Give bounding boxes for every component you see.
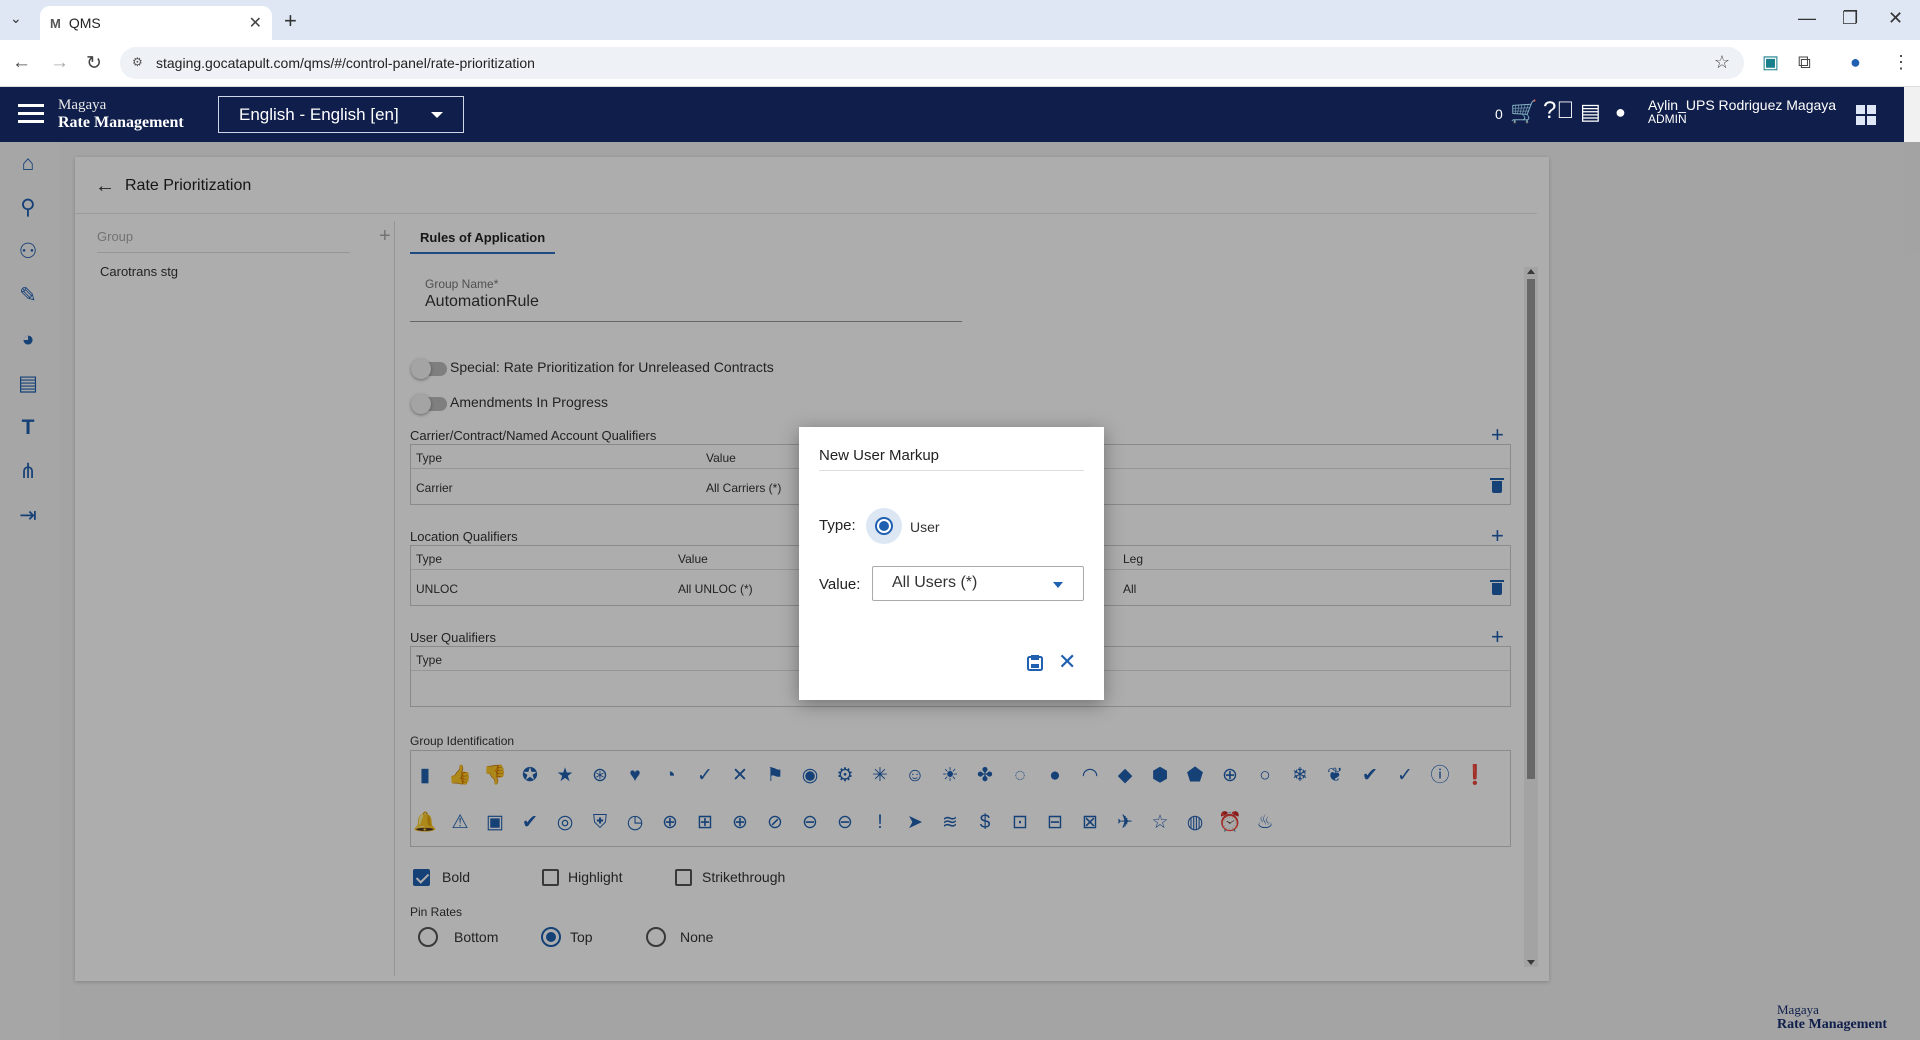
notes-icon[interactable]: ▤ [1580, 99, 1601, 125]
footer-brand-line1: Magaya [1777, 1002, 1819, 1017]
tab-close-icon[interactable]: ✕ [249, 13, 262, 33]
bookmark-star-icon[interactable]: ☆ [1714, 52, 1730, 73]
tab-search-dropdown-icon[interactable]: ⌄ [10, 10, 22, 27]
language-value: English - English [en] [239, 104, 399, 124]
type-label: Type: [819, 517, 856, 534]
apps-grid-icon[interactable] [1856, 105, 1876, 125]
brand-line2: Rate Management [58, 114, 184, 131]
back-icon[interactable]: ← [12, 52, 31, 74]
tab-favicon: M [50, 15, 61, 31]
cart-icon[interactable]: 🛒 [1510, 99, 1537, 125]
app-header: Magaya Rate Management English - English… [0, 87, 1904, 142]
user-role: ADMIN [1648, 112, 1687, 126]
window-close-icon[interactable]: ✕ [1888, 8, 1903, 29]
browser-tab[interactable]: M QMS ✕ [40, 6, 272, 40]
extensions-puzzle-icon[interactable]: ⧉ [1798, 52, 1811, 73]
browser-menu-icon[interactable]: ⋮ [1892, 52, 1910, 73]
profile-icon[interactable]: ● [1850, 52, 1861, 73]
brand-logo: Magaya Rate Management [58, 97, 184, 131]
restore-icon[interactable]: ❐ [1842, 8, 1858, 29]
tab-title: QMS [68, 15, 101, 31]
cart-count: 0 [1495, 106, 1503, 122]
site-info-icon[interactable]: ⚙ [132, 55, 146, 69]
value-select-text: All Users (*) [892, 574, 978, 591]
divider [819, 470, 1084, 471]
new-user-markup-dialog: New User Markup Type: User Value: All Us… [799, 427, 1104, 700]
minimize-icon[interactable]: — [1798, 8, 1816, 29]
reload-icon[interactable]: ↻ [86, 52, 102, 75]
language-select[interactable]: English - English [en] [218, 96, 464, 133]
browser-tab-strip: ⌄ M QMS ✕ + — ❐ ✕ [0, 0, 1920, 40]
user-name: Aylin_UPS Rodriguez Magaya [1648, 97, 1837, 113]
help-icon[interactable]: ?⃝ [1543, 97, 1574, 125]
footer-brand: Magaya Rate Management [1777, 1002, 1887, 1032]
extension-icon[interactable]: ▣ [1762, 52, 1779, 73]
user-info[interactable]: Aylin_UPS Rodriguez Magaya ADMIN [1648, 98, 1836, 126]
dialog-title: New User Markup [819, 447, 940, 464]
type-user-label: User [910, 519, 940, 535]
forward-icon[interactable]: → [50, 52, 69, 74]
save-icon[interactable] [1026, 654, 1044, 672]
menu-icon[interactable] [18, 104, 44, 124]
new-tab-icon[interactable]: + [284, 8, 297, 34]
url-text: staging.gocatapult.com/qms/#/control-pan… [156, 55, 535, 71]
user-icon[interactable]: ● [1615, 102, 1626, 123]
value-label: Value: [819, 576, 861, 593]
caret-down-icon [1053, 582, 1063, 588]
footer-brand-line2: Rate Management [1777, 1017, 1888, 1032]
close-icon[interactable]: ✕ [1058, 651, 1076, 673]
url-field[interactable]: ⚙ staging.gocatapult.com/qms/#/control-p… [120, 47, 1744, 79]
value-select[interactable]: All Users (*) [872, 566, 1084, 601]
brand-line1: Magaya [58, 97, 107, 113]
caret-down-icon [431, 112, 443, 118]
type-user-radio[interactable] [875, 517, 893, 535]
